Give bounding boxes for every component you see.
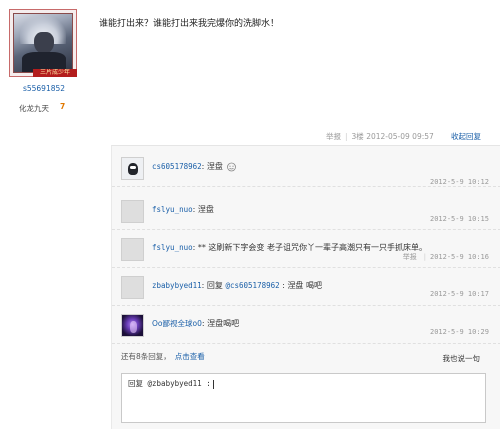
comment-time: 2012-5-9 10:17 bbox=[429, 290, 489, 298]
post-content: 谁能打出来？谁能打出来我完爆你的洗脚水！ bbox=[99, 19, 280, 29]
user-avatar[interactable] bbox=[9, 9, 77, 77]
say-something-button[interactable]: 我也说一句 bbox=[443, 353, 481, 364]
black-cat-avatar[interactable] bbox=[121, 157, 144, 180]
username-link[interactable]: s55691852 bbox=[0, 84, 88, 93]
reply-value: @zbabybyed11 : bbox=[147, 379, 211, 388]
reply-input[interactable]: 回复 @zbabybyed11 : bbox=[121, 373, 486, 423]
comment-text: 涅盘喝吧 bbox=[207, 319, 240, 328]
reply-label: 回复 bbox=[128, 379, 143, 388]
user-panel: 三片成少年 s55691852 化龙九天 7 bbox=[0, 0, 100, 429]
comment-report-link[interactable]: 举报 bbox=[403, 253, 417, 261]
comment-item: zbabybyed11: 回复 @cs605178962 : 涅盘 喝吧 201… bbox=[112, 270, 500, 306]
smiley-face-icon bbox=[227, 162, 237, 171]
reply-prefix: 回复 bbox=[206, 281, 226, 290]
comment-time: 2012-5-9 10:29 bbox=[429, 328, 489, 336]
avatar-image[interactable] bbox=[13, 13, 73, 73]
post-time: 2012-05-09 09:57 bbox=[366, 132, 434, 141]
purple-avatar[interactable] bbox=[121, 314, 144, 337]
comment-time: 2012-5-9 10:16 bbox=[429, 253, 489, 261]
post-meta: 举报 | 3楼 2012-05-09 09:57 bbox=[326, 132, 434, 141]
comment-username[interactable]: fslyu_nuo bbox=[152, 243, 193, 252]
comment-text: ** 这刷新下字会变 老子诅咒你丫一辈子高潮只有一只手抓床单。 bbox=[197, 243, 427, 252]
view-more-link[interactable]: 点击查看 bbox=[175, 352, 205, 361]
comment-username[interactable]: zbabybyed11 bbox=[152, 281, 202, 290]
text-caret bbox=[212, 379, 214, 389]
mention-link[interactable]: @cs605178962 bbox=[225, 281, 279, 290]
comment-section: cs605178962: 涅盘 2012-5-9 10:12 fslyu_nuo… bbox=[111, 145, 500, 429]
user-level-title: 化龙九天 bbox=[19, 104, 49, 113]
comment-text: : 涅盘 喝吧 bbox=[279, 281, 322, 290]
comment-time: 2012-5-9 10:12 bbox=[429, 178, 489, 186]
comment-text: 涅盘 bbox=[206, 162, 223, 171]
floor-number: 3楼 bbox=[351, 132, 364, 141]
comment-item: cs605178962: 涅盘 2012-5-9 10:12 bbox=[112, 151, 500, 187]
default-avatar[interactable] bbox=[121, 276, 144, 299]
comment-time: 2012-5-9 10:15 bbox=[429, 215, 489, 223]
more-replies-row: 还有8条回复， 点击查看 bbox=[121, 351, 205, 362]
rank-badge: 三片成少年 bbox=[33, 69, 77, 77]
more-replies-text: 还有8条回复， bbox=[121, 352, 171, 361]
user-level-number: 7 bbox=[60, 102, 66, 111]
comment-username[interactable]: Oo鄙视全球o0 bbox=[152, 319, 202, 328]
default-avatar[interactable] bbox=[121, 238, 144, 261]
collapse-replies-link[interactable]: 收起回复 bbox=[451, 131, 481, 142]
comment-item: fslyu_nuo: ** 这刷新下字会变 老子诅咒你丫一辈子高潮只有一只手抓床… bbox=[112, 232, 500, 268]
comment-item: fslyu_nuo: 涅盘 2012-5-9 10:15 bbox=[112, 194, 500, 230]
comment-item: Oo鄙视全球o0: 涅盘喝吧 2012-5-9 10:29 bbox=[112, 308, 500, 344]
default-avatar[interactable] bbox=[121, 200, 144, 223]
comment-time-row: 举报 | 2012-5-9 10:16 bbox=[402, 253, 489, 261]
comment-username[interactable]: fslyu_nuo bbox=[152, 205, 193, 214]
comment-text: 涅盘 bbox=[197, 205, 214, 214]
report-link[interactable]: 举报 bbox=[326, 132, 341, 141]
comment-username[interactable]: cs605178962 bbox=[152, 162, 202, 171]
